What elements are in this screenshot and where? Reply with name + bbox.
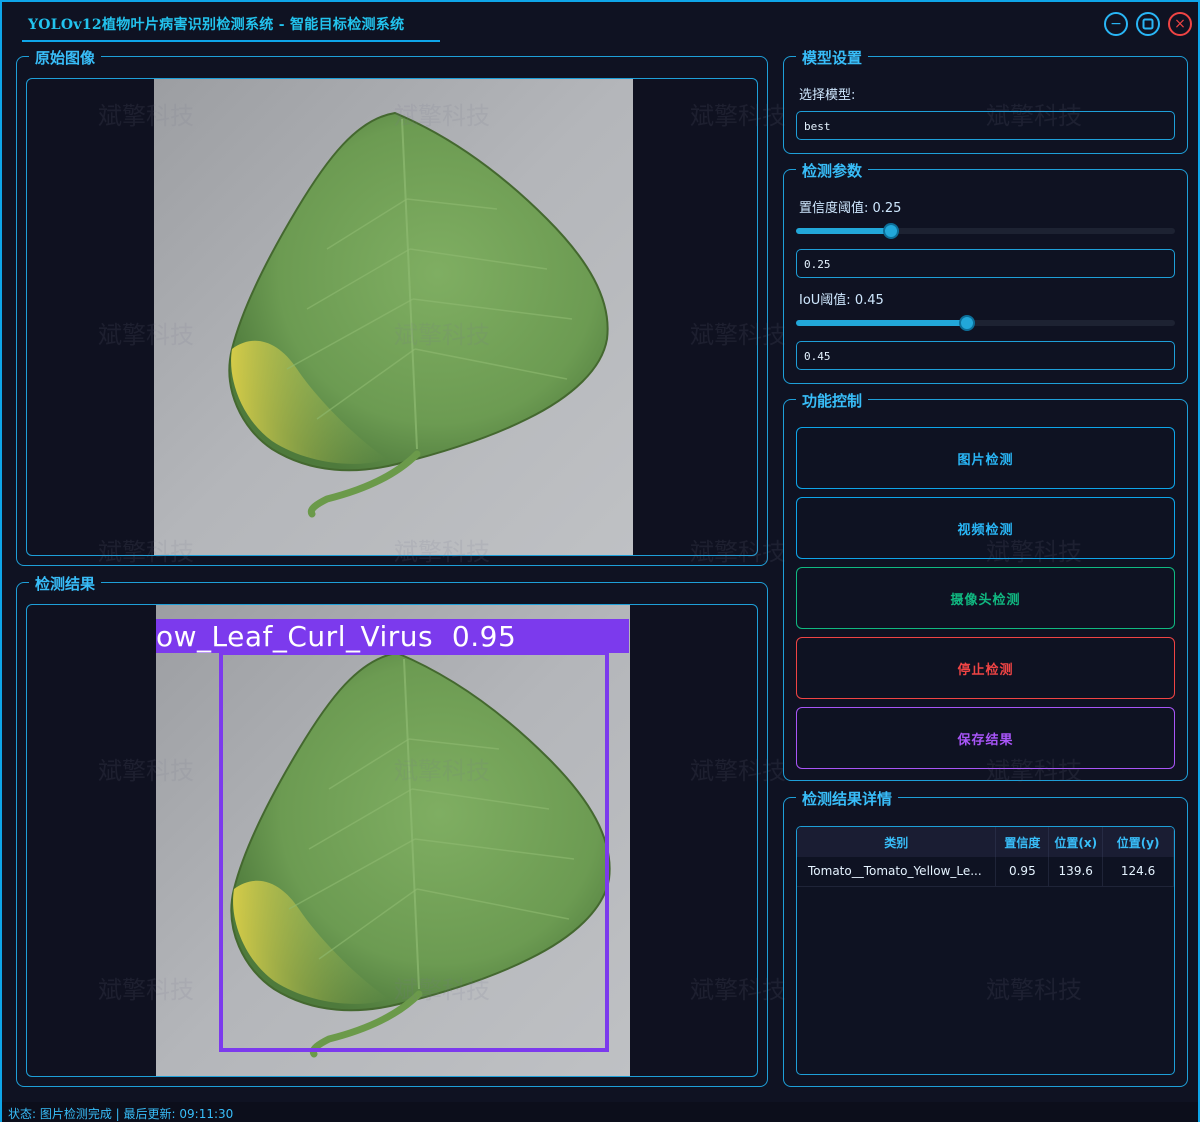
main-window: YOLOv12植物叶片病害识别检测系统 - 智能目标检测系统 − × 原始图像: [0, 0, 1200, 1122]
column-header-y[interactable]: 位置(y): [1102, 827, 1174, 857]
function-controls-title: 功能控制: [796, 390, 869, 411]
close-icon[interactable]: ×: [1168, 12, 1192, 36]
image-detect-button[interactable]: 图片检测: [796, 427, 1175, 489]
cell-x[interactable]: 139.6: [1048, 857, 1104, 887]
results-table-container: 类别 置信度 位置(x) 位置(y) Tomato__Tomato_Yellow…: [796, 826, 1175, 1075]
iou-slider-fill: [796, 320, 967, 326]
table-row[interactable]: Tomato__Tomato_Yellow_Le... 0.95 139.6 1…: [797, 857, 1174, 887]
minimize-icon[interactable]: −: [1104, 12, 1128, 36]
results-detail-title: 检测结果详情: [796, 788, 899, 809]
column-header-confidence[interactable]: 置信度: [995, 827, 1050, 857]
confidence-slider-fill: [796, 228, 891, 234]
model-select-label: 选择模型:: [799, 88, 856, 103]
detection-label: ow_Leaf_Curl_Virus 0.95: [156, 620, 517, 653]
iou-slider[interactable]: [796, 315, 1175, 331]
column-header-class[interactable]: 类别: [797, 827, 997, 857]
title-bar: YOLOv12植物叶片病害识别检测系统 - 智能目标检测系统 − ×: [2, 2, 1198, 42]
leaf-image-original: [154, 79, 633, 555]
maximize-icon[interactable]: [1136, 12, 1160, 36]
window-title: YOLOv12植物叶片病害识别检测系统 - 智能目标检测系统: [28, 17, 405, 33]
save-result-button[interactable]: 保存结果: [796, 707, 1175, 769]
iou-slider-handle[interactable]: [959, 315, 975, 331]
cell-class[interactable]: Tomato__Tomato_Yellow_Le...: [797, 857, 997, 887]
results-table-header: 类别 置信度 位置(x) 位置(y): [797, 827, 1174, 857]
detection-params-title: 检测参数: [796, 160, 869, 181]
camera-detect-button[interactable]: 摄像头检测: [796, 567, 1175, 629]
model-select[interactable]: best: [796, 111, 1175, 140]
confidence-slider-handle[interactable]: [883, 223, 899, 239]
column-header-x[interactable]: 位置(x): [1048, 827, 1104, 857]
title-underline: [22, 40, 440, 42]
cell-y[interactable]: 124.6: [1102, 857, 1174, 887]
stop-detect-button[interactable]: 停止检测: [796, 637, 1175, 699]
detection-result-title: 检测结果: [29, 573, 102, 594]
leaf-image-result: [156, 605, 630, 1076]
detection-result-view: ow_Leaf_Curl_Virus 0.95: [26, 604, 758, 1077]
status-bar: 状态: 图片检测完成 | 最后更新: 09:11:30: [2, 1102, 1198, 1122]
iou-input[interactable]: 0.45: [796, 341, 1175, 370]
results-table: 类别 置信度 位置(x) 位置(y) Tomato__Tomato_Yellow…: [797, 827, 1174, 887]
model-settings-title: 模型设置: [796, 47, 869, 68]
video-detect-button[interactable]: 视频检测: [796, 497, 1175, 559]
original-image-view: [26, 78, 758, 556]
confidence-input[interactable]: 0.25: [796, 249, 1175, 278]
confidence-slider[interactable]: [796, 223, 1175, 239]
cell-confidence[interactable]: 0.95: [995, 857, 1050, 887]
original-image-title: 原始图像: [29, 47, 102, 68]
iou-label: IoU阈值: 0.45: [799, 293, 884, 308]
confidence-label: 置信度阈值: 0.25: [799, 201, 902, 216]
